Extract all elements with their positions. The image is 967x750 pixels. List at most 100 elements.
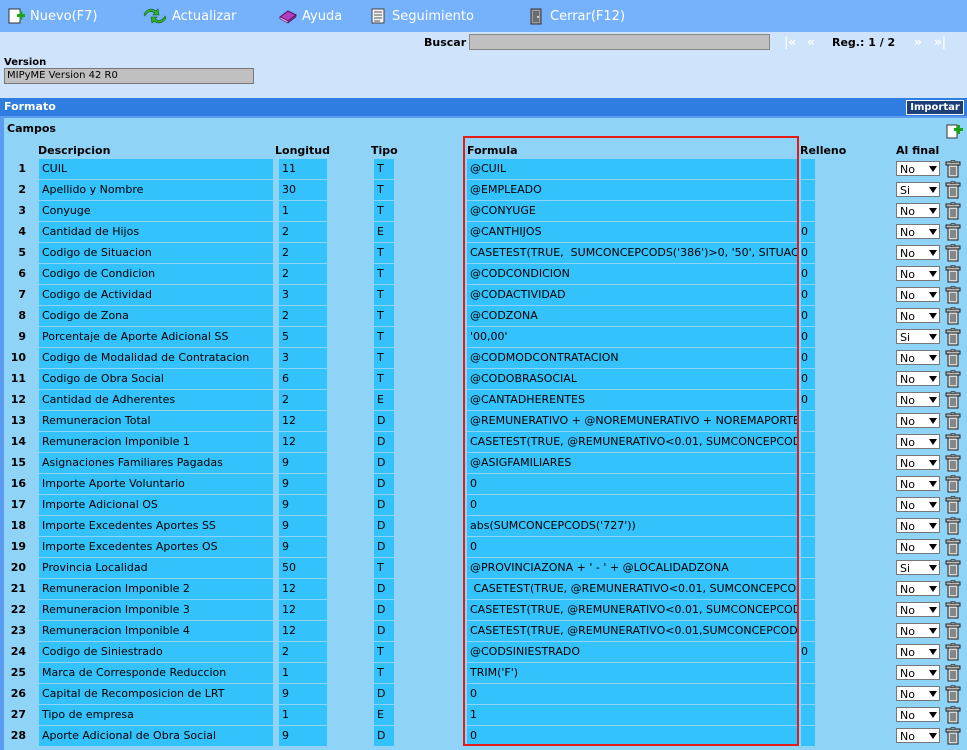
- trash-icon[interactable]: [944, 391, 962, 409]
- al-final-select[interactable]: No: [896, 371, 940, 386]
- formula-field[interactable]: @ASIGFAMILIARES: [467, 453, 797, 473]
- longitud-field[interactable]: 12: [279, 600, 327, 620]
- descripcion-field[interactable]: Importe Aporte Voluntario: [39, 474, 273, 494]
- nav-last-button[interactable]: »|: [934, 35, 946, 49]
- tipo-field[interactable]: E: [374, 390, 394, 410]
- trash-icon[interactable]: [944, 496, 962, 514]
- formula-field[interactable]: CASETEST(TRUE, @REMUNERATIVO<0.01, SUMCO…: [467, 600, 797, 620]
- longitud-field[interactable]: 12: [279, 621, 327, 641]
- descripcion-field[interactable]: Codigo de Situacion: [39, 243, 273, 263]
- tipo-field[interactable]: T: [374, 369, 394, 389]
- tipo-field[interactable]: T: [374, 180, 394, 200]
- relleno-field[interactable]: [801, 474, 815, 494]
- al-final-select[interactable]: No: [896, 413, 940, 428]
- trash-icon[interactable]: [944, 412, 962, 430]
- descripcion-field[interactable]: Porcentaje de Aporte Adicional SS: [39, 327, 273, 347]
- relleno-field[interactable]: [801, 558, 815, 578]
- al-final-select[interactable]: No: [896, 308, 940, 323]
- version-field[interactable]: MIPyME Version 42 R0: [4, 68, 254, 84]
- descripcion-field[interactable]: Apellido y Nombre: [39, 180, 273, 200]
- longitud-field[interactable]: 1: [279, 663, 327, 683]
- trash-icon[interactable]: [944, 559, 962, 577]
- nuevo-button[interactable]: Nuevo(F7): [6, 7, 98, 25]
- al-final-select[interactable]: No: [896, 161, 940, 176]
- descripcion-field[interactable]: Cantidad de Adherentes: [39, 390, 273, 410]
- longitud-field[interactable]: 3: [279, 285, 327, 305]
- descripcion-field[interactable]: Marca de Corresponde Reduccion: [39, 663, 273, 683]
- trash-icon[interactable]: [944, 328, 962, 346]
- descripcion-field[interactable]: Conyuge: [39, 201, 273, 221]
- relleno-field[interactable]: 0: [801, 642, 815, 662]
- tipo-field[interactable]: T: [374, 348, 394, 368]
- descripcion-field[interactable]: Codigo de Zona: [39, 306, 273, 326]
- tipo-field[interactable]: T: [374, 264, 394, 284]
- formula-field[interactable]: @CODZONA: [467, 306, 797, 326]
- longitud-field[interactable]: 2: [279, 306, 327, 326]
- al-final-select[interactable]: No: [896, 518, 940, 533]
- tipo-field[interactable]: D: [374, 495, 394, 515]
- longitud-field[interactable]: 9: [279, 684, 327, 704]
- formula-field[interactable]: @PROVINCIAZONA + ' - ' + @LOCALIDADZONA: [467, 558, 797, 578]
- descripcion-field[interactable]: CUIL: [39, 159, 273, 179]
- relleno-field[interactable]: 0: [801, 264, 815, 284]
- formula-field[interactable]: @CODOBRASOCIAL: [467, 369, 797, 389]
- al-final-select[interactable]: No: [896, 497, 940, 512]
- formula-field[interactable]: @REMUNERATIVO + @NOREMUNERATIVO + NOREMA…: [467, 411, 797, 431]
- longitud-field[interactable]: 1: [279, 201, 327, 221]
- trash-icon[interactable]: [944, 517, 962, 535]
- longitud-field[interactable]: 30: [279, 180, 327, 200]
- relleno-field[interactable]: [801, 432, 815, 452]
- al-final-select[interactable]: No: [896, 707, 940, 722]
- descripcion-field[interactable]: Tipo de empresa: [39, 705, 273, 725]
- trash-icon[interactable]: [944, 160, 962, 178]
- relleno-field[interactable]: [801, 663, 815, 683]
- tipo-field[interactable]: D: [374, 411, 394, 431]
- relleno-field[interactable]: 0: [801, 306, 815, 326]
- formula-field[interactable]: 0: [467, 726, 797, 746]
- seguimiento-button[interactable]: Seguimiento: [368, 7, 474, 25]
- descripcion-field[interactable]: Remuneracion Imponible 2: [39, 579, 273, 599]
- trash-icon[interactable]: [944, 349, 962, 367]
- longitud-field[interactable]: 5: [279, 327, 327, 347]
- al-final-select[interactable]: No: [896, 476, 940, 491]
- tipo-field[interactable]: T: [374, 285, 394, 305]
- al-final-select[interactable]: No: [896, 581, 940, 596]
- longitud-field[interactable]: 3: [279, 348, 327, 368]
- relleno-field[interactable]: 0: [801, 369, 815, 389]
- relleno-field[interactable]: 0: [801, 348, 815, 368]
- trash-icon[interactable]: [944, 643, 962, 661]
- formula-field[interactable]: 0: [467, 537, 797, 557]
- al-final-select[interactable]: No: [896, 287, 940, 302]
- formula-field[interactable]: @CODCONDICION: [467, 264, 797, 284]
- longitud-field[interactable]: 1: [279, 705, 327, 725]
- al-final-select[interactable]: No: [896, 266, 940, 281]
- longitud-field[interactable]: 50: [279, 558, 327, 578]
- relleno-field[interactable]: [801, 726, 815, 746]
- al-final-select[interactable]: No: [896, 203, 940, 218]
- formula-field[interactable]: abs(SUMCONCEPCODS('727')): [467, 516, 797, 536]
- formula-field[interactable]: 0: [467, 684, 797, 704]
- relleno-field[interactable]: 0: [801, 327, 815, 347]
- formula-field[interactable]: TRIM('F'): [467, 663, 797, 683]
- descripcion-field[interactable]: Capital de Recomposicion de LRT: [39, 684, 273, 704]
- longitud-field[interactable]: 11: [279, 159, 327, 179]
- tipo-field[interactable]: D: [374, 453, 394, 473]
- descripcion-field[interactable]: Codigo de Actividad: [39, 285, 273, 305]
- formula-field[interactable]: @CODMODCONTRATACION: [467, 348, 797, 368]
- relleno-field[interactable]: [801, 600, 815, 620]
- descripcion-field[interactable]: Importe Adicional OS: [39, 495, 273, 515]
- descripcion-field[interactable]: Remuneracion Imponible 4: [39, 621, 273, 641]
- formula-field[interactable]: @CANTADHERENTES: [467, 390, 797, 410]
- actualizar-button[interactable]: Actualizar: [142, 7, 236, 25]
- tipo-field[interactable]: T: [374, 159, 394, 179]
- add-field-icon[interactable]: [944, 122, 964, 140]
- trash-icon[interactable]: [944, 223, 962, 241]
- descripcion-field[interactable]: Codigo de Siniestrado: [39, 642, 273, 662]
- longitud-field[interactable]: 9: [279, 453, 327, 473]
- formula-field[interactable]: CASETEST(TRUE, SUMCONCEPCODS('386')>0, '…: [467, 243, 797, 263]
- al-final-select[interactable]: No: [896, 392, 940, 407]
- formula-field[interactable]: '00,00': [467, 327, 797, 347]
- relleno-field[interactable]: 0: [801, 285, 815, 305]
- tipo-field[interactable]: E: [374, 705, 394, 725]
- tipo-field[interactable]: E: [374, 222, 394, 242]
